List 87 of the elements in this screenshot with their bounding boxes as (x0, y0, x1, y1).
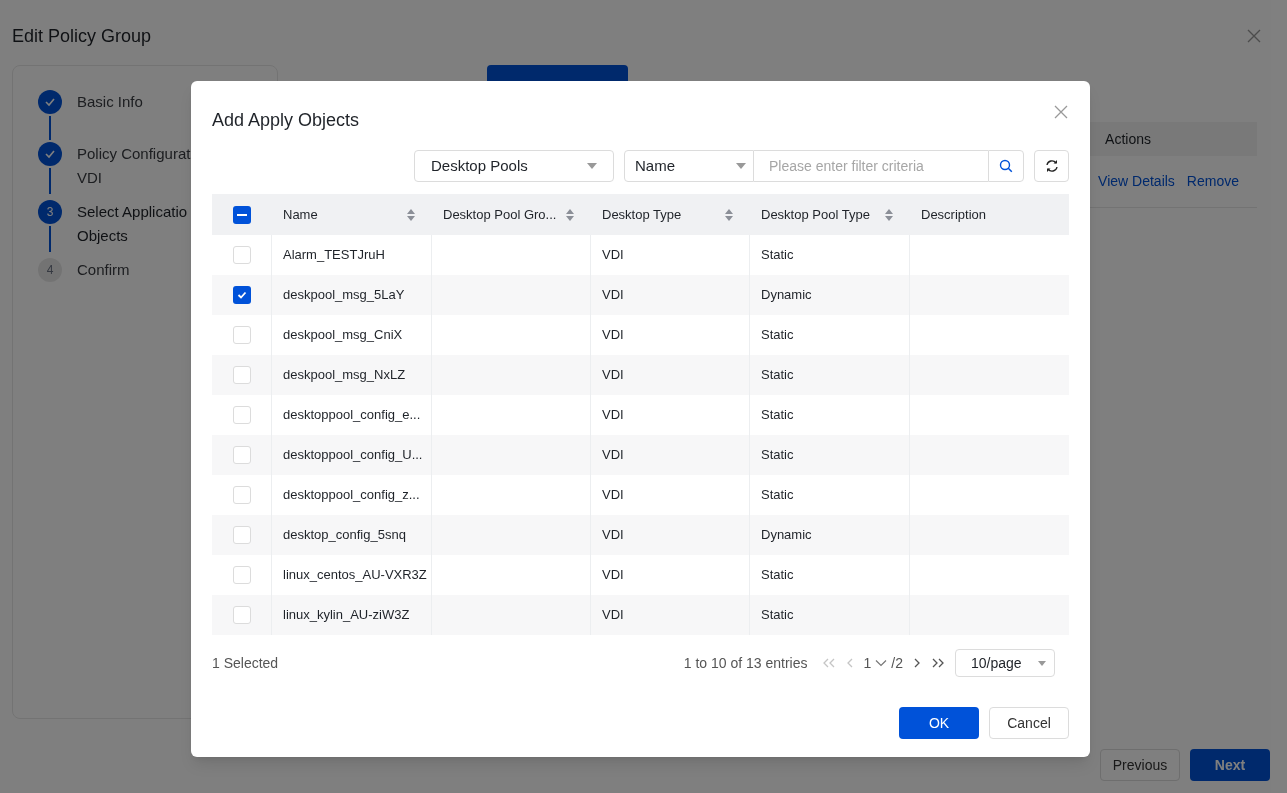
table-cell-text: desktoppool_config_U... (283, 446, 423, 465)
table-cell-text: Static (761, 326, 794, 345)
step-label: Confirm (77, 260, 130, 280)
selected-count: 1 Selected (212, 653, 279, 673)
step-number: 4 (38, 258, 62, 282)
dialog-button[interactable]: Cancel (989, 707, 1069, 739)
last-page-icon[interactable] (931, 658, 945, 668)
checkbox[interactable] (232, 406, 251, 424)
table-cell-text: Static (761, 606, 794, 625)
page-size-select[interactable]: 10/page (955, 649, 1055, 677)
table-cell-text: Dynamic (761, 286, 812, 305)
checkbox[interactable] (232, 246, 251, 264)
step-number: 3 (38, 200, 62, 224)
checkbox[interactable] (232, 446, 251, 464)
table-cell-text: deskpool_msg_5LaY (283, 286, 405, 305)
sort-icon[interactable] (884, 207, 894, 222)
refresh-button[interactable] (1034, 150, 1069, 182)
close-icon[interactable] (1054, 105, 1068, 119)
sort-icon[interactable] (724, 207, 734, 222)
search-button[interactable] (988, 150, 1024, 182)
table-cell-text: deskpool_msg_CniX (283, 326, 403, 345)
column-header: Desktop Pool Gro... (443, 205, 557, 224)
table-cell-text: linux_kylin_AU-ziW3Z (283, 606, 410, 625)
checkbox[interactable] (232, 486, 251, 504)
search-field[interactable]: Please enter filter criteria (754, 150, 988, 182)
chevron-down-icon[interactable] (875, 659, 888, 667)
table-cell-text: Static (761, 406, 794, 425)
close-icon[interactable] (1247, 29, 1261, 43)
checkbox[interactable] (232, 566, 251, 584)
checkbox[interactable] (232, 286, 251, 304)
page-title: Edit Policy Group (12, 24, 152, 48)
type-select[interactable]: Desktop Pools (414, 150, 614, 182)
page-number[interactable]: 1 (863, 652, 872, 674)
step-label: Policy Configurat (77, 144, 191, 164)
table-cell-text: desktoppool_config_e... (283, 406, 421, 425)
table-cell-text: Static (761, 246, 794, 265)
entries-count: 1 to 10 of 13 entries (683, 653, 808, 673)
sort-icon[interactable] (406, 207, 416, 222)
previous-page-icon[interactable] (845, 658, 854, 668)
table-cell-text: desktop_config_5snq (283, 526, 406, 545)
column-header: Name (283, 205, 318, 224)
table-cell-text: VDI (602, 286, 624, 305)
table-cell-text: VDI (602, 366, 624, 385)
dialog-button[interactable]: OK (899, 707, 979, 739)
total-pages: /2 (891, 653, 903, 673)
search-icon (999, 159, 1013, 173)
sort-icon[interactable] (565, 207, 575, 222)
table-cell-text: VDI (602, 606, 624, 625)
table-cell-text: VDI (602, 446, 624, 465)
table-cell-text: Static (761, 566, 794, 585)
table-cell-text: VDI (602, 566, 624, 585)
caret-icon (1038, 660, 1046, 666)
table-cell-text: desktoppool_config_z... (283, 486, 420, 505)
minus-icon (237, 213, 247, 216)
step-label: Objects (77, 226, 129, 246)
table-cell-text: deskpool_msg_NxLZ (283, 366, 406, 385)
column-header: Description (921, 205, 987, 224)
table-cell-text: Dynamic (761, 526, 812, 545)
table-cell-text: Static (761, 366, 794, 385)
first-page-icon[interactable] (821, 658, 836, 668)
row-link[interactable]: View Details (1098, 171, 1175, 192)
checkbox[interactable] (232, 606, 251, 624)
refresh-icon (1043, 158, 1060, 174)
table-cell-text: VDI (602, 526, 624, 545)
step-label: VDI (77, 168, 103, 188)
step-label: Basic Info (77, 92, 143, 112)
table-cell-text: linux_centos_AU-VXR3Z (283, 566, 427, 585)
checkbox[interactable] (232, 326, 251, 344)
column-header: Desktop Pool Type (761, 205, 870, 224)
table-cell-text: Alarm_TESTJruH (283, 246, 385, 265)
footer-button[interactable]: Previous (1100, 749, 1180, 781)
checkbox[interactable] (232, 526, 251, 544)
table-cell-text: Static (761, 486, 794, 505)
table-cell-text: VDI (602, 246, 624, 265)
checkbox[interactable] (232, 366, 251, 384)
caret-icon (736, 163, 746, 169)
step-label: Select Applicatio (77, 202, 188, 222)
table-cell-text: VDI (602, 406, 624, 425)
table-cell-text: Static (761, 446, 794, 465)
field-select[interactable]: Name (624, 150, 754, 182)
checkbox[interactable] (233, 205, 251, 224)
checkmark-icon (235, 289, 248, 301)
column-header: Desktop Type (602, 205, 682, 224)
caret-icon (587, 163, 597, 169)
next-page-icon[interactable] (913, 658, 921, 668)
table-cell-text: VDI (602, 486, 624, 505)
table-cell-text: VDI (602, 326, 624, 345)
